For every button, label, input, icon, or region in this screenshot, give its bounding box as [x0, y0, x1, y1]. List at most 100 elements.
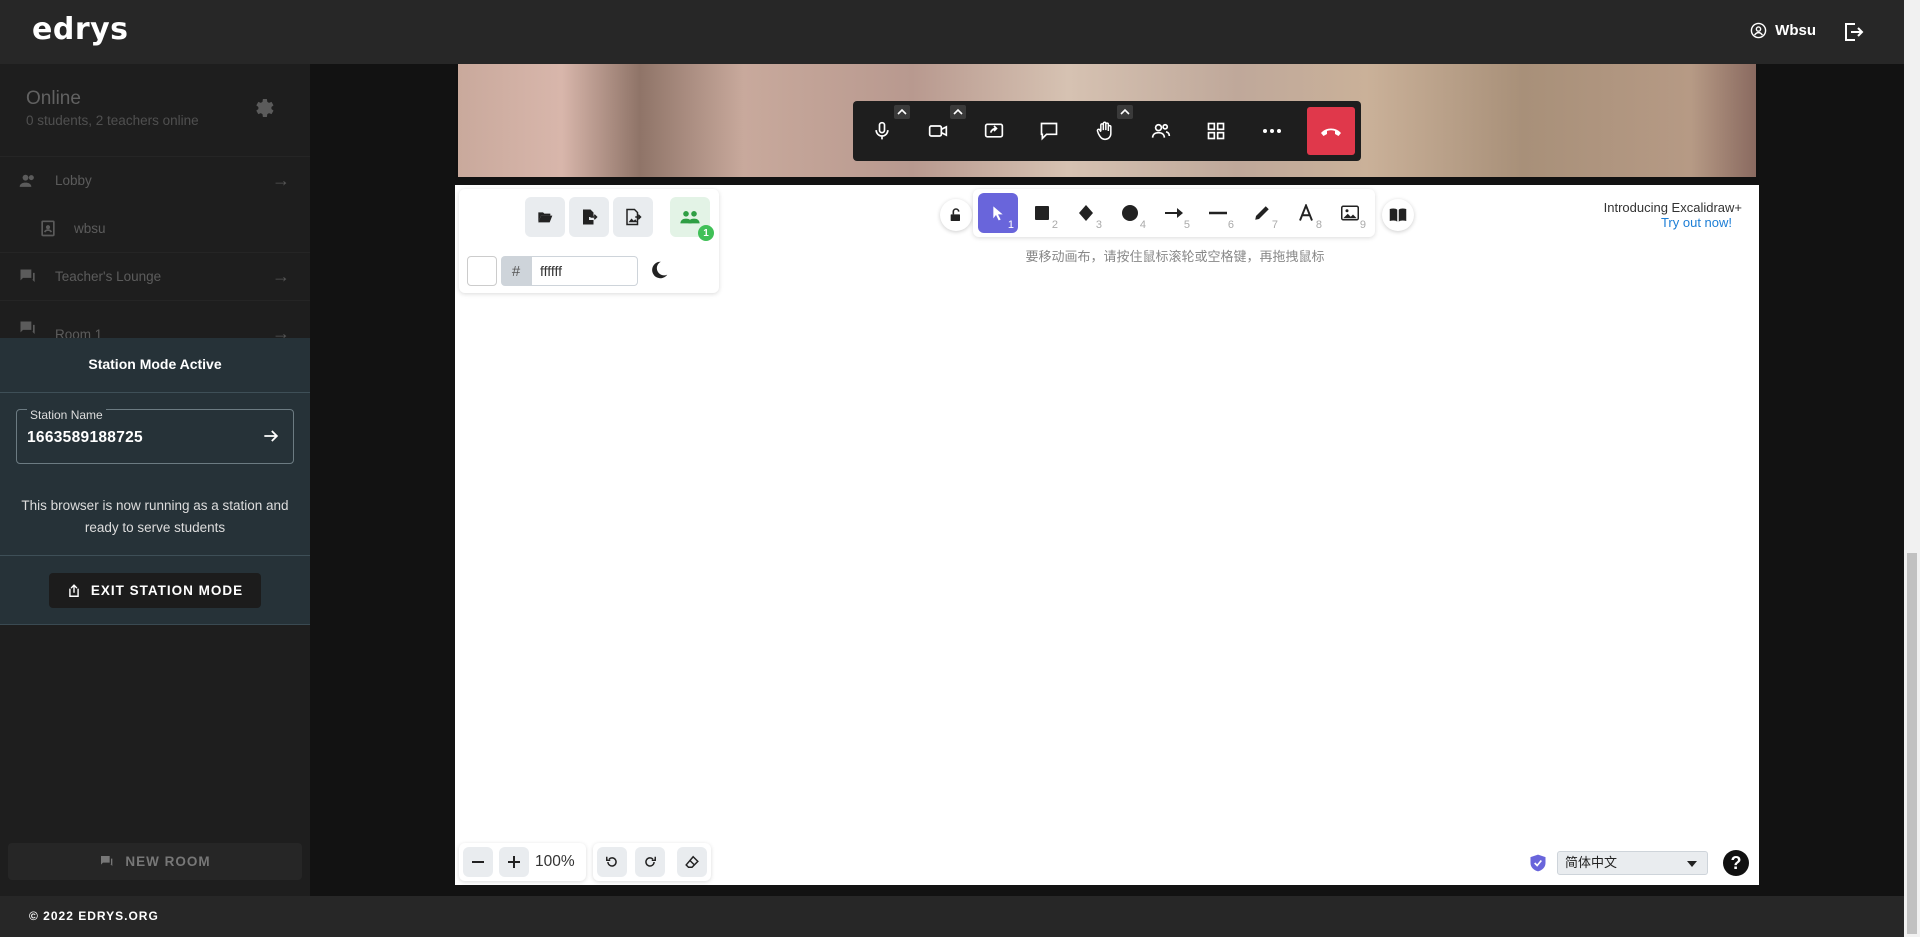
divider	[0, 555, 310, 556]
shape-toolbar: 1 2 3 4 5 6 7 8 9	[973, 189, 1375, 237]
sidebar-item-room-1[interactable]: Room 1 →	[0, 300, 310, 338]
export-image-button[interactable]	[613, 197, 653, 237]
chat-button[interactable]	[1026, 111, 1072, 151]
save-button[interactable]	[569, 197, 609, 237]
language-select[interactable]: 简体中文	[1557, 851, 1708, 875]
chat-icon	[1040, 122, 1058, 141]
image-tool[interactable]: 9	[1330, 193, 1370, 233]
caret-down-icon	[1687, 861, 1697, 867]
page-scrollbar[interactable]	[1904, 0, 1920, 937]
forum-icon	[20, 269, 35, 282]
brand-logo[interactable]: edrys	[32, 12, 129, 47]
text-icon	[1299, 204, 1313, 221]
ellipse-tool[interactable]: 4	[1110, 193, 1150, 233]
zoom-level[interactable]: 100%	[535, 853, 575, 871]
undo-icon	[606, 856, 617, 867]
arrow-right-icon: →	[272, 323, 290, 338]
sidebar-item-label: Teacher's Lounge	[55, 269, 162, 284]
call-toolbar	[853, 101, 1361, 161]
chat-icon	[101, 855, 113, 866]
tool-shortcut: 1	[1007, 219, 1014, 231]
folder-open-icon	[538, 212, 553, 223]
library-button[interactable]	[1382, 199, 1414, 231]
station-panel: Station Mode Active Station Name 1663589…	[0, 338, 310, 625]
tool-shortcut: 7	[1271, 219, 1278, 231]
moon-icon[interactable]	[648, 259, 670, 281]
sidebar-item-teachers-lounge[interactable]: Teacher's Lounge →	[0, 252, 310, 300]
exit-icon	[69, 583, 79, 597]
hangup-button[interactable]	[1307, 107, 1355, 155]
participants-button[interactable]	[1138, 111, 1184, 151]
user-name: Wbsu	[1775, 22, 1816, 39]
diamond-tool[interactable]: 3	[1066, 193, 1106, 233]
sidebar-item-label: Lobby	[55, 173, 92, 188]
exit-station-label: EXIT STATION MODE	[90, 583, 244, 598]
collaborator-count: 1	[698, 225, 714, 241]
screenshare-icon	[984, 123, 1004, 138]
file-export-icon	[583, 209, 598, 225]
arrow-right-icon	[1165, 208, 1183, 218]
redo-button[interactable]	[635, 847, 665, 877]
station-title: Station Mode Active	[88, 356, 222, 372]
rectangle-tool[interactable]: 2	[1022, 193, 1062, 233]
arrow-right-icon[interactable]	[261, 426, 281, 446]
background-color-swatch[interactable]	[467, 256, 497, 286]
chevron-up-icon[interactable]	[894, 105, 910, 119]
arrow-right-icon: →	[272, 266, 290, 286]
zoom-in-button[interactable]	[499, 847, 529, 877]
forum-icon	[20, 321, 35, 334]
user-menu[interactable]: Wbsu	[1750, 22, 1816, 39]
promo-link[interactable]: Try out now!	[1604, 215, 1732, 230]
chevron-up-icon[interactable]	[950, 105, 966, 119]
tool-shortcut: 9	[1359, 219, 1366, 231]
help-button[interactable]: ?	[1723, 850, 1749, 876]
tool-shortcut: 4	[1139, 219, 1146, 231]
redo-icon	[645, 856, 656, 867]
clear-canvas-button[interactable]	[677, 847, 707, 877]
arrow-tool[interactable]: 5	[1154, 193, 1194, 233]
sidebar-item-label: Room 1	[55, 327, 103, 338]
exit-station-button[interactable]: EXIT STATION MODE	[49, 573, 261, 608]
scrollbar-thumb[interactable]	[1907, 553, 1917, 934]
eraser-icon	[685, 855, 699, 868]
excalidraw-plus-promo: Introducing Excalidraw+ Try out now!	[1604, 200, 1742, 230]
undo-button[interactable]	[597, 847, 627, 877]
background-color-input[interactable]: ffffff	[531, 256, 638, 286]
shield-icon[interactable]	[1528, 853, 1548, 873]
participants-icon	[1151, 123, 1171, 138]
footer: © 2022 EDRYS.ORG	[0, 896, 1904, 937]
station-name-label: Station Name	[27, 408, 106, 422]
microphone-icon	[875, 121, 889, 140]
open-button[interactable]	[525, 197, 565, 237]
sidebar-item-lobby[interactable]: Lobby →	[0, 156, 310, 204]
online-title: Online	[26, 88, 81, 109]
tool-shortcut: 6	[1227, 219, 1234, 231]
gear-icon[interactable]	[252, 96, 276, 120]
square-icon	[1035, 206, 1049, 220]
station-description: This browser is now running as a station…	[21, 498, 289, 535]
station-name-field[interactable]: Station Name 1663589188725	[16, 408, 294, 464]
more-button[interactable]	[1249, 111, 1295, 151]
promo-title: Introducing Excalidraw+	[1603, 200, 1742, 215]
logout-icon[interactable]	[1840, 20, 1866, 44]
text-tool[interactable]: 8	[1286, 193, 1326, 233]
lock-button[interactable]	[940, 199, 972, 231]
line-tool[interactable]: 6	[1198, 193, 1238, 233]
chevron-up-icon[interactable]	[1117, 105, 1133, 119]
canvas-hint: 要移动画布，请按住鼠标滚轮或空格键，再拖拽鼠标	[1025, 249, 1325, 264]
user-circle-icon	[1750, 22, 1767, 39]
station-name-value[interactable]: 1663589188725	[27, 429, 143, 447]
zoom-controls: 100%	[459, 843, 586, 881]
draw-tool[interactable]: 7	[1242, 193, 1282, 233]
diamond-icon	[1079, 205, 1093, 221]
tool-shortcut: 2	[1051, 219, 1058, 231]
language-value: 简体中文	[1565, 855, 1618, 870]
sidebar-item-wbsu[interactable]: wbsu	[0, 204, 310, 252]
pointer-icon	[993, 206, 1003, 221]
tile-view-button[interactable]	[1193, 111, 1239, 151]
zoom-out-button[interactable]	[463, 847, 493, 877]
new-room-button[interactable]: NEW ROOM	[8, 843, 302, 880]
collaborate-button[interactable]: 1	[670, 197, 714, 241]
screenshare-button[interactable]	[971, 111, 1017, 151]
selection-tool[interactable]: 1	[978, 193, 1018, 233]
